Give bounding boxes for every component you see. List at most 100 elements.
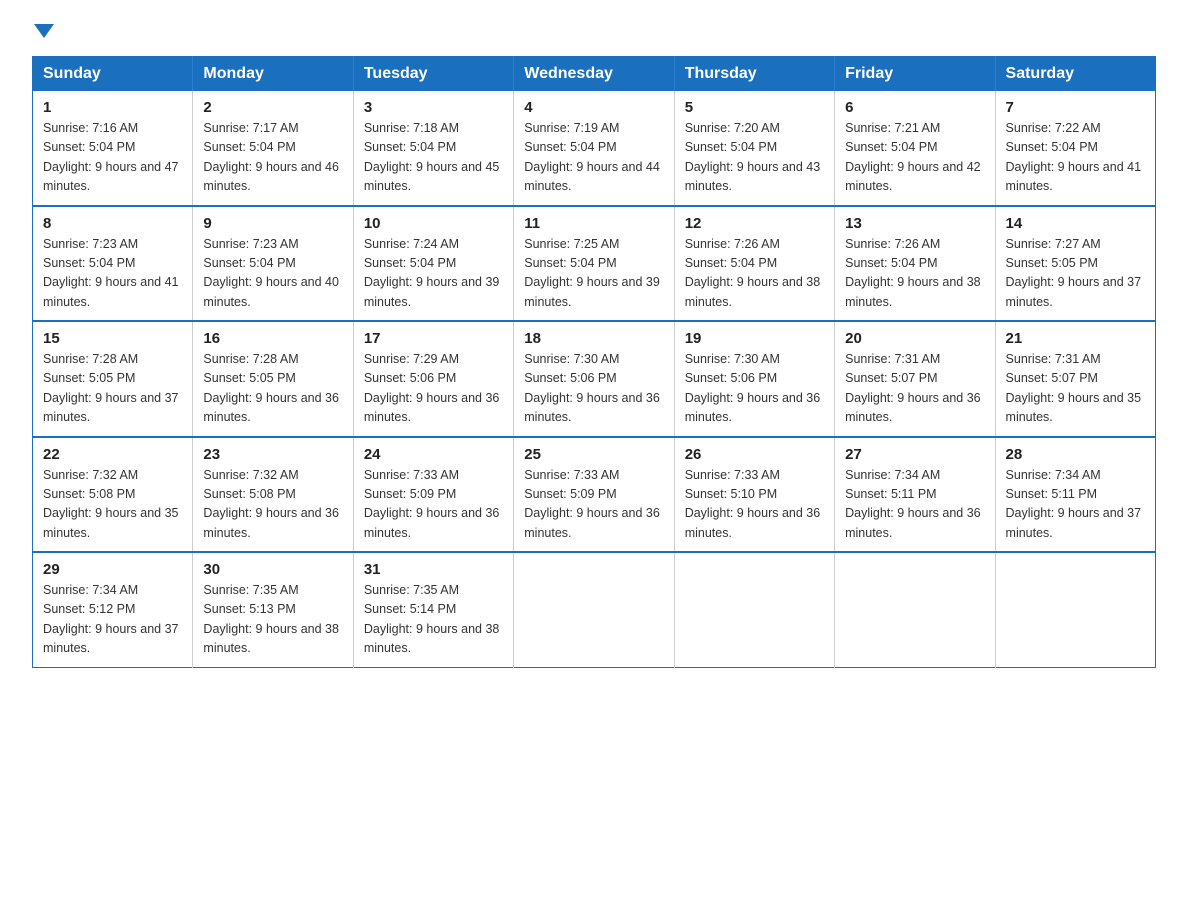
day-number: 19 [685, 330, 824, 347]
calendar-cell: 9 Sunrise: 7:23 AMSunset: 5:04 PMDaylight… [193, 206, 353, 322]
day-number: 24 [364, 446, 503, 463]
day-info: Sunrise: 7:28 AMSunset: 5:05 PMDaylight:… [43, 350, 182, 428]
day-header-friday: Friday [835, 57, 995, 92]
calendar-cell: 12Sunrise: 7:26 AMSunset: 5:04 PMDayligh… [674, 206, 834, 322]
day-info: Sunrise: 7:27 AMSunset: 5:05 PMDaylight:… [1006, 235, 1145, 313]
calendar-cell: 20 Sunrise: 7:31 AMSunset: 5:07 PMDayligh… [835, 321, 995, 437]
day-number: 10 [364, 215, 503, 232]
day-number: 11 [524, 215, 663, 232]
day-number: 8 [43, 215, 182, 232]
calendar-cell: 14 Sunrise: 7:27 AMSunset: 5:05 PMDayligh… [995, 206, 1155, 322]
day-number: 23 [203, 446, 342, 463]
calendar-cell: 29 Sunrise: 7:34 AMSunset: 5:12 PMDayligh… [33, 552, 193, 667]
day-info: Sunrise: 7:34 AMSunset: 5:11 PMDaylight:… [1006, 466, 1145, 544]
calendar-cell: 15 Sunrise: 7:28 AMSunset: 5:05 PMDayligh… [33, 321, 193, 437]
calendar-cell: 22 Sunrise: 7:32 AMSunset: 5:08 PMDayligh… [33, 437, 193, 553]
day-info: Sunrise: 7:31 AMSunset: 5:07 PMDaylight:… [845, 350, 984, 428]
calendar-cell: 10 Sunrise: 7:24 AMSunset: 5:04 PMDayligh… [353, 206, 513, 322]
day-number: 2 [203, 99, 342, 116]
day-info: Sunrise: 7:22 AMSunset: 5:04 PMDaylight:… [1006, 119, 1145, 197]
day-info: Sunrise: 7:23 AMSunset: 5:04 PMDaylight:… [203, 235, 342, 313]
day-header-saturday: Saturday [995, 57, 1155, 92]
calendar-cell: 5 Sunrise: 7:20 AMSunset: 5:04 PMDaylight… [674, 91, 834, 206]
day-number: 13 [845, 215, 984, 232]
day-info: Sunrise: 7:34 AMSunset: 5:12 PMDaylight:… [43, 581, 182, 659]
day-number: 28 [1006, 446, 1145, 463]
calendar-cell: 18Sunrise: 7:30 AMSunset: 5:06 PMDayligh… [514, 321, 674, 437]
day-info: Sunrise: 7:16 AMSunset: 5:04 PMDaylight:… [43, 119, 182, 197]
calendar-cell [835, 552, 995, 667]
day-info: Sunrise: 7:18 AMSunset: 5:04 PMDaylight:… [364, 119, 503, 197]
day-info: Sunrise: 7:35 AMSunset: 5:14 PMDaylight:… [364, 581, 503, 659]
day-info: Sunrise: 7:30 AMSunset: 5:06 PMDaylight:… [524, 350, 663, 428]
day-info: Sunrise: 7:24 AMSunset: 5:04 PMDaylight:… [364, 235, 503, 313]
day-number: 5 [685, 99, 824, 116]
calendar-cell [514, 552, 674, 667]
day-number: 25 [524, 446, 663, 463]
day-info: Sunrise: 7:26 AMSunset: 5:04 PMDaylight:… [845, 235, 984, 313]
day-info: Sunrise: 7:33 AMSunset: 5:09 PMDaylight:… [524, 466, 663, 544]
day-info: Sunrise: 7:20 AMSunset: 5:04 PMDaylight:… [685, 119, 824, 197]
calendar-cell: 4 Sunrise: 7:19 AMSunset: 5:04 PMDaylight… [514, 91, 674, 206]
day-number: 29 [43, 561, 182, 578]
calendar-cell: 7 Sunrise: 7:22 AMSunset: 5:04 PMDaylight… [995, 91, 1155, 206]
day-info: Sunrise: 7:33 AMSunset: 5:09 PMDaylight:… [364, 466, 503, 544]
day-number: 7 [1006, 99, 1145, 116]
calendar-cell: 16 Sunrise: 7:28 AMSunset: 5:05 PMDayligh… [193, 321, 353, 437]
calendar-cell: 31 Sunrise: 7:35 AMSunset: 5:14 PMDayligh… [353, 552, 513, 667]
calendar-week-row: 22 Sunrise: 7:32 AMSunset: 5:08 PMDayligh… [33, 437, 1156, 553]
calendar-week-row: 8 Sunrise: 7:23 AMSunset: 5:04 PMDaylight… [33, 206, 1156, 322]
calendar-cell: 27 Sunrise: 7:34 AMSunset: 5:11 PMDayligh… [835, 437, 995, 553]
day-header-thursday: Thursday [674, 57, 834, 92]
calendar-cell: 26 Sunrise: 7:33 AMSunset: 5:10 PMDayligh… [674, 437, 834, 553]
logo-arrow-icon [34, 24, 54, 38]
calendar-cell: 11Sunrise: 7:25 AMSunset: 5:04 PMDayligh… [514, 206, 674, 322]
day-info: Sunrise: 7:29 AMSunset: 5:06 PMDaylight:… [364, 350, 503, 428]
day-number: 4 [524, 99, 663, 116]
day-number: 31 [364, 561, 503, 578]
day-number: 26 [685, 446, 824, 463]
day-info: Sunrise: 7:35 AMSunset: 5:13 PMDaylight:… [203, 581, 342, 659]
logo [32, 24, 54, 38]
day-number: 9 [203, 215, 342, 232]
day-info: Sunrise: 7:28 AMSunset: 5:05 PMDaylight:… [203, 350, 342, 428]
calendar-cell: 1 Sunrise: 7:16 AMSunset: 5:04 PMDaylight… [33, 91, 193, 206]
calendar-cell: 28 Sunrise: 7:34 AMSunset: 5:11 PMDayligh… [995, 437, 1155, 553]
calendar-cell: 25 Sunrise: 7:33 AMSunset: 5:09 PMDayligh… [514, 437, 674, 553]
calendar-cell: 23 Sunrise: 7:32 AMSunset: 5:08 PMDayligh… [193, 437, 353, 553]
day-number: 15 [43, 330, 182, 347]
day-info: Sunrise: 7:19 AMSunset: 5:04 PMDaylight:… [524, 119, 663, 197]
day-info: Sunrise: 7:30 AMSunset: 5:06 PMDaylight:… [685, 350, 824, 428]
calendar-week-row: 15 Sunrise: 7:28 AMSunset: 5:05 PMDayligh… [33, 321, 1156, 437]
day-number: 17 [364, 330, 503, 347]
calendar-cell: 30 Sunrise: 7:35 AMSunset: 5:13 PMDayligh… [193, 552, 353, 667]
day-header-tuesday: Tuesday [353, 57, 513, 92]
day-info: Sunrise: 7:33 AMSunset: 5:10 PMDaylight:… [685, 466, 824, 544]
day-number: 22 [43, 446, 182, 463]
day-info: Sunrise: 7:32 AMSunset: 5:08 PMDaylight:… [203, 466, 342, 544]
calendar-cell [674, 552, 834, 667]
day-number: 27 [845, 446, 984, 463]
day-info: Sunrise: 7:26 AMSunset: 5:04 PMDaylight:… [685, 235, 824, 313]
calendar-cell: 8 Sunrise: 7:23 AMSunset: 5:04 PMDaylight… [33, 206, 193, 322]
day-info: Sunrise: 7:32 AMSunset: 5:08 PMDaylight:… [43, 466, 182, 544]
calendar-cell: 19 Sunrise: 7:30 AMSunset: 5:06 PMDayligh… [674, 321, 834, 437]
calendar-cell [995, 552, 1155, 667]
day-number: 1 [43, 99, 182, 116]
day-number: 20 [845, 330, 984, 347]
day-number: 30 [203, 561, 342, 578]
day-number: 14 [1006, 215, 1145, 232]
day-info: Sunrise: 7:21 AMSunset: 5:04 PMDaylight:… [845, 119, 984, 197]
day-number: 6 [845, 99, 984, 116]
calendar-week-row: 29 Sunrise: 7:34 AMSunset: 5:12 PMDayligh… [33, 552, 1156, 667]
day-number: 3 [364, 99, 503, 116]
day-number: 16 [203, 330, 342, 347]
calendar-week-row: 1 Sunrise: 7:16 AMSunset: 5:04 PMDaylight… [33, 91, 1156, 206]
calendar-cell: 6 Sunrise: 7:21 AMSunset: 5:04 PMDaylight… [835, 91, 995, 206]
day-header-sunday: Sunday [33, 57, 193, 92]
day-info: Sunrise: 7:34 AMSunset: 5:11 PMDaylight:… [845, 466, 984, 544]
calendar-table: SundayMondayTuesdayWednesdayThursdayFrid… [32, 56, 1156, 668]
day-info: Sunrise: 7:23 AMSunset: 5:04 PMDaylight:… [43, 235, 182, 313]
calendar-cell: 13 Sunrise: 7:26 AMSunset: 5:04 PMDayligh… [835, 206, 995, 322]
calendar-cell: 2Sunrise: 7:17 AMSunset: 5:04 PMDaylight… [193, 91, 353, 206]
